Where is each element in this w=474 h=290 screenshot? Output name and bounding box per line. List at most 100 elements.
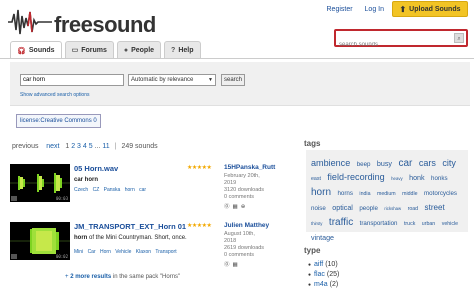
waveform-player[interactable]: 00:03 [10, 164, 70, 202]
tag-link[interactable]: Klaxon [136, 249, 151, 255]
sound-title[interactable]: JM_TRANSPORT_EXT_Horn 01 [74, 222, 186, 231]
sort-select[interactable]: Automatic by relevance ▼ [128, 74, 216, 86]
tag-link[interactable]: Transport [155, 249, 176, 255]
tag-cloud-item[interactable]: honk [409, 174, 424, 182]
login-link[interactable]: Log In [365, 6, 384, 13]
page-2[interactable]: 2 [71, 143, 75, 150]
sound-author[interactable]: Julien Matthey [224, 222, 269, 229]
help-icon: ? [171, 46, 176, 54]
cc-zero-icon[interactable]: ⓪ [224, 204, 230, 210]
license-icons: ⓪ ▦ [224, 260, 241, 268]
tag-cloud-item[interactable]: thirsty [311, 221, 322, 226]
tag-cloud-item[interactable]: medium [377, 191, 396, 197]
tag-link[interactable]: Panska [104, 187, 121, 193]
tag-cloud-item[interactable]: horns [337, 190, 352, 197]
sound-title[interactable]: 05 Horn.wav [74, 164, 118, 173]
tag-cloud-item[interactable]: vehicle [442, 221, 458, 227]
sound-count: 249 sounds [121, 143, 158, 150]
tag-cloud-item[interactable]: heavy [391, 176, 402, 181]
type-item: ● flac (25) [308, 270, 339, 280]
tag-cloud-item[interactable]: traffic [329, 217, 353, 228]
search-button[interactable]: search [221, 74, 245, 86]
tag-cloud-item[interactable]: city [442, 158, 456, 168]
tag-cloud-item[interactable]: cars [419, 158, 436, 168]
play-icon[interactable] [11, 254, 17, 259]
advanced-search-link[interactable]: Show advanced search options [20, 92, 90, 98]
freesound-logo[interactable]: freesound [8, 6, 158, 37]
sound-meta: August 10th, 2018 2619 downloads 0 comme… [224, 231, 264, 259]
type-link[interactable]: m4a [314, 281, 328, 288]
search-panel: car horn Automatic by relevance ▼ search… [10, 62, 470, 106]
page-4[interactable]: 4 [83, 143, 87, 150]
tag-cloud-item[interactable]: rickshaw [384, 206, 401, 211]
people-icon: ● [123, 46, 129, 54]
tag-cloud-item[interactable]: people [359, 205, 378, 212]
tag-cloud-item[interactable]: motorcycles [424, 190, 457, 197]
geotag-icon[interactable]: ⊕ [241, 204, 246, 210]
type-count: (2) [329, 281, 339, 288]
previous-page[interactable]: previous [12, 143, 38, 150]
site-search-input[interactable] [336, 38, 446, 52]
tag-cloud-item[interactable]: truck [404, 221, 415, 227]
more-results-link[interactable]: 2 more results [70, 274, 111, 280]
sound-result: 00:02 JM_TRANSPORT_EXT_Horn 01 horn of t… [10, 222, 300, 274]
search-icon[interactable]: ⌕ [454, 33, 464, 43]
upload-date: August 10th, [224, 231, 255, 237]
license-filter-tag[interactable]: license:Creative Commons 0 [16, 114, 101, 128]
tag-cloud-item[interactable]: optical [332, 204, 353, 212]
tag-cloud-item[interactable]: beep [357, 161, 371, 168]
upload-sounds-button[interactable]: ⬆ Upload Sounds [392, 1, 468, 17]
tag-link[interactable]: Vehicle [115, 249, 131, 255]
type-link[interactable]: aiff [314, 261, 323, 268]
upload-year: 2019 [224, 180, 237, 186]
waveform-player[interactable]: 00:02 [10, 222, 70, 260]
comment-count: 0 comments [224, 194, 254, 200]
tag-cloud-item[interactable]: middle [402, 191, 417, 197]
play-icon[interactable] [11, 196, 17, 201]
sort-select-value: Automatic by relevance [131, 77, 194, 83]
tag-cloud-item[interactable]: busy [377, 160, 392, 168]
pack-icon[interactable]: ▦ [233, 204, 238, 210]
tag-cloud-item[interactable]: field-recording [327, 172, 384, 182]
pack-icon[interactable]: ▦ [233, 262, 238, 268]
tab-sounds-label: Sounds [28, 47, 55, 54]
tag-link[interactable]: Czech [74, 187, 88, 193]
tag-cloud-item[interactable]: india [359, 191, 370, 197]
tag-cloud-item[interactable]: east [311, 176, 321, 182]
rating-stars: ★★★★★ [187, 222, 212, 229]
query-input[interactable]: car horn [20, 74, 124, 86]
download-count: 2619 downloads [224, 245, 265, 251]
type-link[interactable]: flac [314, 271, 325, 278]
tag-link[interactable]: horn [125, 187, 135, 193]
tag-cloud-item[interactable]: car [398, 158, 412, 169]
type-item: ● aiff (10) [308, 260, 339, 270]
tag-cloud: ambience beep busy car cars city east fi… [306, 150, 468, 242]
tag-cloud-item[interactable]: horn [311, 187, 331, 198]
tag-cloud-item[interactable]: street [425, 203, 445, 212]
tab-sounds[interactable]: 🎧︎ Sounds [10, 41, 62, 59]
sound-author[interactable]: 15HPanska_Rutt [224, 164, 275, 171]
page-3[interactable]: 3 [77, 143, 81, 150]
tag-link[interactable]: Car [88, 249, 96, 255]
tag-cloud-item[interactable]: vintage [311, 234, 334, 242]
tab-forums[interactable]: ▭ Forums [64, 41, 114, 58]
tag-link[interactable]: car [139, 187, 146, 193]
tag-link[interactable]: Mini [74, 249, 83, 255]
tag-cloud-item[interactable]: transportation [360, 220, 398, 227]
next-page[interactable]: next [46, 143, 59, 150]
page-5[interactable]: 5 [89, 143, 93, 150]
tag-link[interactable]: Horn [100, 249, 111, 255]
tag-cloud-item[interactable]: honks [431, 175, 448, 182]
tab-help[interactable]: ? Help [164, 41, 201, 58]
register-link[interactable]: Register [327, 6, 353, 13]
tag-cloud-item[interactable]: urban [422, 221, 435, 227]
pager-separator: | [114, 143, 117, 150]
tag-cloud-item[interactable]: road [408, 206, 419, 212]
tag-cloud-item[interactable]: ambience [311, 158, 350, 168]
tab-people[interactable]: ● People [116, 41, 162, 58]
tab-people-label: People [131, 46, 155, 54]
cc-zero-icon[interactable]: ⓪ [224, 262, 230, 268]
tag-link[interactable]: CZ [93, 187, 100, 193]
tag-cloud-item[interactable]: noise [311, 205, 326, 212]
page-11[interactable]: 11 [102, 143, 109, 150]
